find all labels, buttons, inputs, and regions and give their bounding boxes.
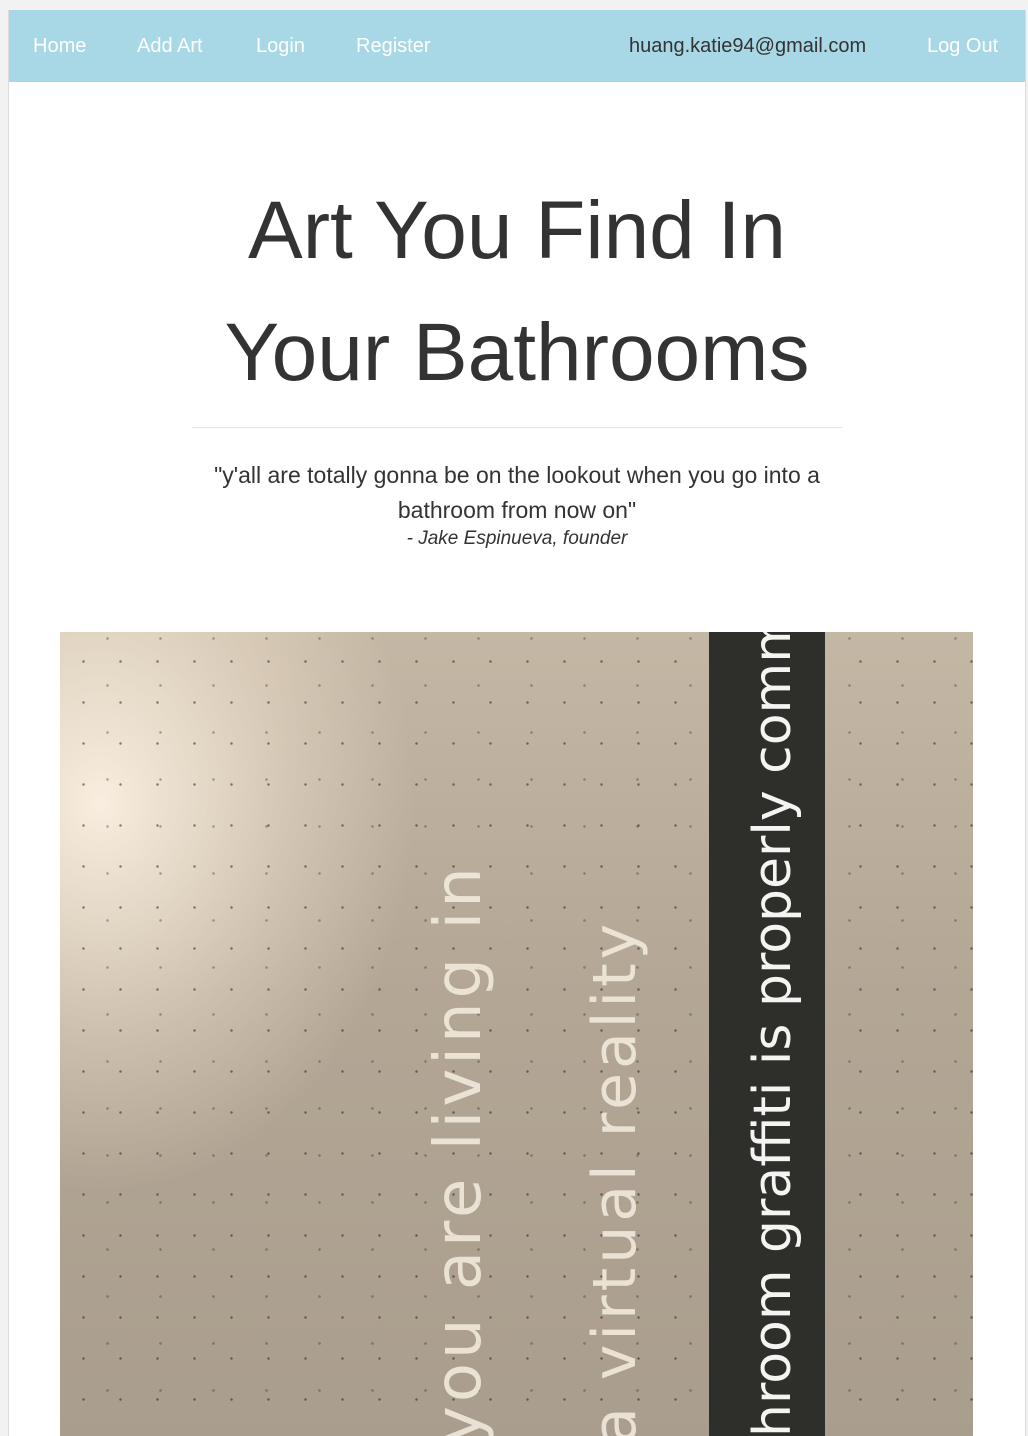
nav-register-link[interactable]: Register [356,10,430,82]
nav-login-link[interactable]: Login [256,10,305,82]
nav-add-art-link[interactable]: Add Art [137,10,203,82]
photo-texture [60,632,973,1436]
bathroom-art-photo[interactable]: you are living in a virtual reality hroo… [60,632,973,1436]
nav-logout-link[interactable]: Log Out [927,10,998,82]
graffiti-text-line-1: you are living in [422,863,496,1436]
graffiti-text-line-2: a virtual reality [580,919,650,1436]
navbar: Home Add Art Login Register huang.katie9… [9,10,1025,82]
title-divider [192,427,842,428]
page-title-line-1: Art You Find In [248,185,786,276]
user-email: huang.katie94@gmail.com [629,35,867,57]
founder-quote-line-2: bathroom from now on" [397,497,637,523]
browser-page: Home Add Art Login Register huang.katie9… [8,10,1026,1436]
founder-quote-line-1: "y'all are totally gonna be on the looko… [214,462,820,488]
founder-quote: "y'all are totally gonna be on the looko… [179,458,855,528]
page-title: Art You Find In Your Bathrooms [9,170,1025,414]
photo-caption: hroom graffiti is properly commen [743,632,803,1436]
nav-home-link[interactable]: Home [33,10,86,82]
page-title-line-2: Your Bathrooms [224,307,810,398]
quote-attribution: - Jake Espinueva, founder [406,528,628,549]
